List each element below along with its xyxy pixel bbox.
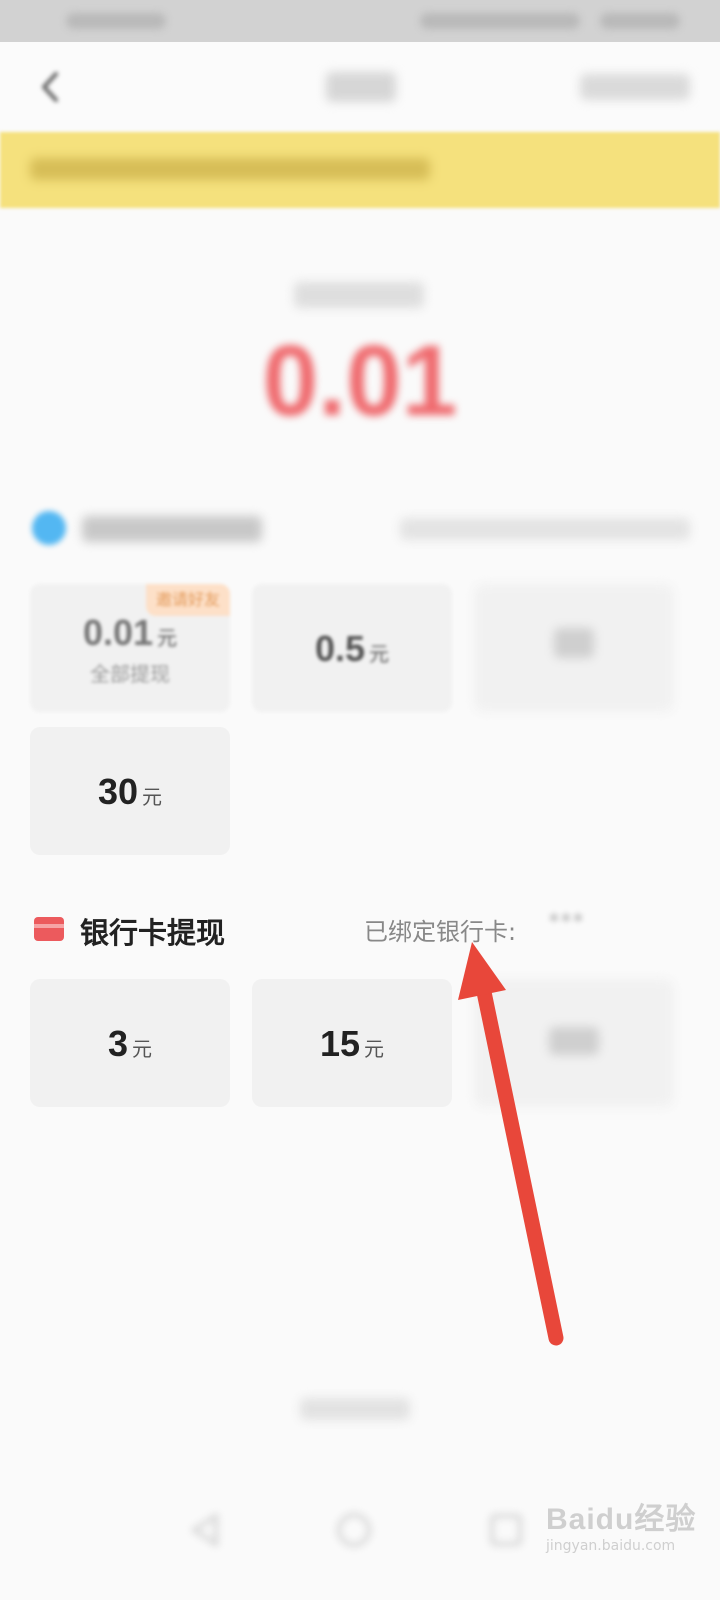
annotation-arrow-icon xyxy=(458,942,564,1346)
